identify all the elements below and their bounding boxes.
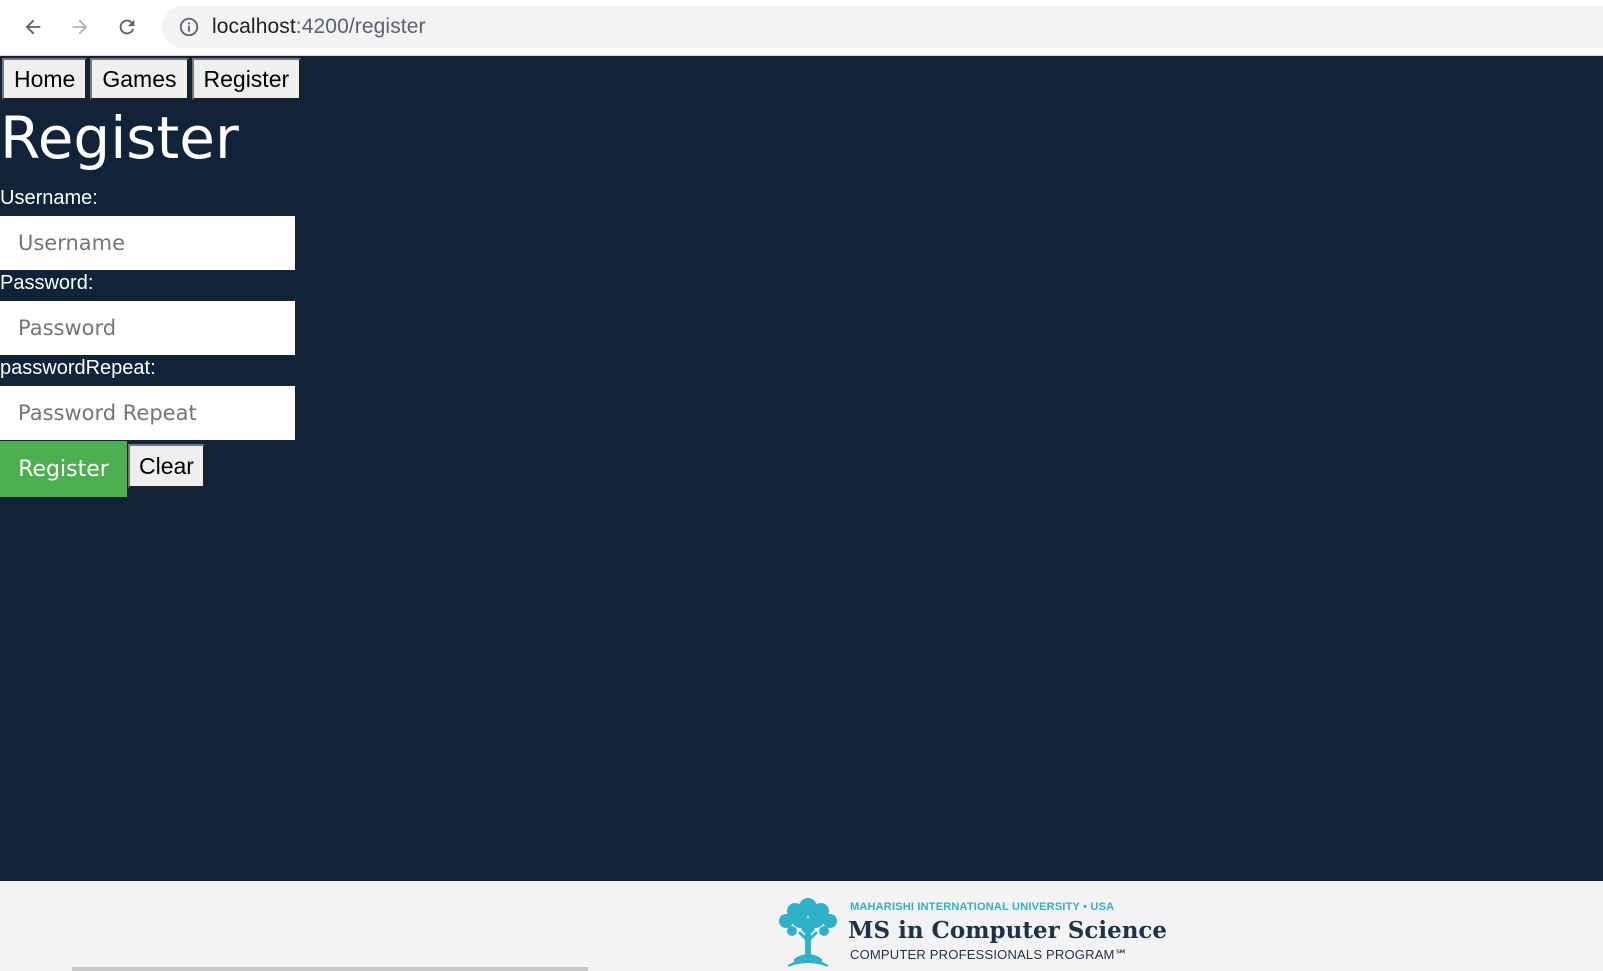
info-icon[interactable]	[178, 16, 200, 38]
password-repeat-field[interactable]	[0, 386, 295, 440]
reload-icon	[119, 19, 135, 35]
password-repeat-label: passwordRepeat:	[0, 357, 156, 379]
clear-button[interactable]: Clear	[128, 444, 205, 488]
nav-register-button[interactable]: Register	[191, 58, 302, 100]
program-name: MS in Computer Science	[848, 917, 1168, 944]
arrow-left-icon	[25, 19, 41, 35]
back-button[interactable]	[16, 10, 50, 44]
password-field[interactable]	[0, 301, 295, 355]
url-text: localhost:4200/register	[212, 15, 426, 39]
url-host: localhost	[212, 15, 296, 38]
horizontal-scrollbar[interactable]	[72, 967, 588, 971]
university-name: MAHARISHI INTERNATIONAL UNIVERSITY • USA	[850, 901, 1115, 913]
footer-logo: MAHARISHI INTERNATIONAL UNIVERSITY • USA…	[770, 893, 1167, 969]
page-title: Register	[0, 104, 239, 172]
nav-home-button[interactable]: Home	[2, 58, 88, 100]
browser-toolbar: localhost:4200/register	[0, 0, 1603, 56]
username-label: Username:	[0, 187, 98, 209]
nav-games-button[interactable]: Games	[90, 58, 189, 100]
address-bar[interactable]: localhost:4200/register	[162, 6, 1603, 48]
program-subtitle: COMPUTER PROFESSIONALS PROGRAM℠	[850, 947, 1129, 962]
url-path: :4200/register	[295, 15, 426, 38]
top-nav: Home Games Register	[2, 58, 302, 100]
footer: MAHARISHI INTERNATIONAL UNIVERSITY • USA…	[0, 881, 1603, 971]
reload-button[interactable]	[110, 10, 144, 44]
arrow-right-icon	[72, 19, 88, 35]
register-button[interactable]: Register	[0, 441, 127, 497]
tree-logo-icon	[779, 898, 837, 967]
password-label: Password:	[0, 272, 94, 294]
page-content: Home Games Register Register Username: P…	[0, 56, 1603, 881]
forward-button[interactable]	[63, 10, 97, 44]
username-field[interactable]	[0, 216, 295, 270]
